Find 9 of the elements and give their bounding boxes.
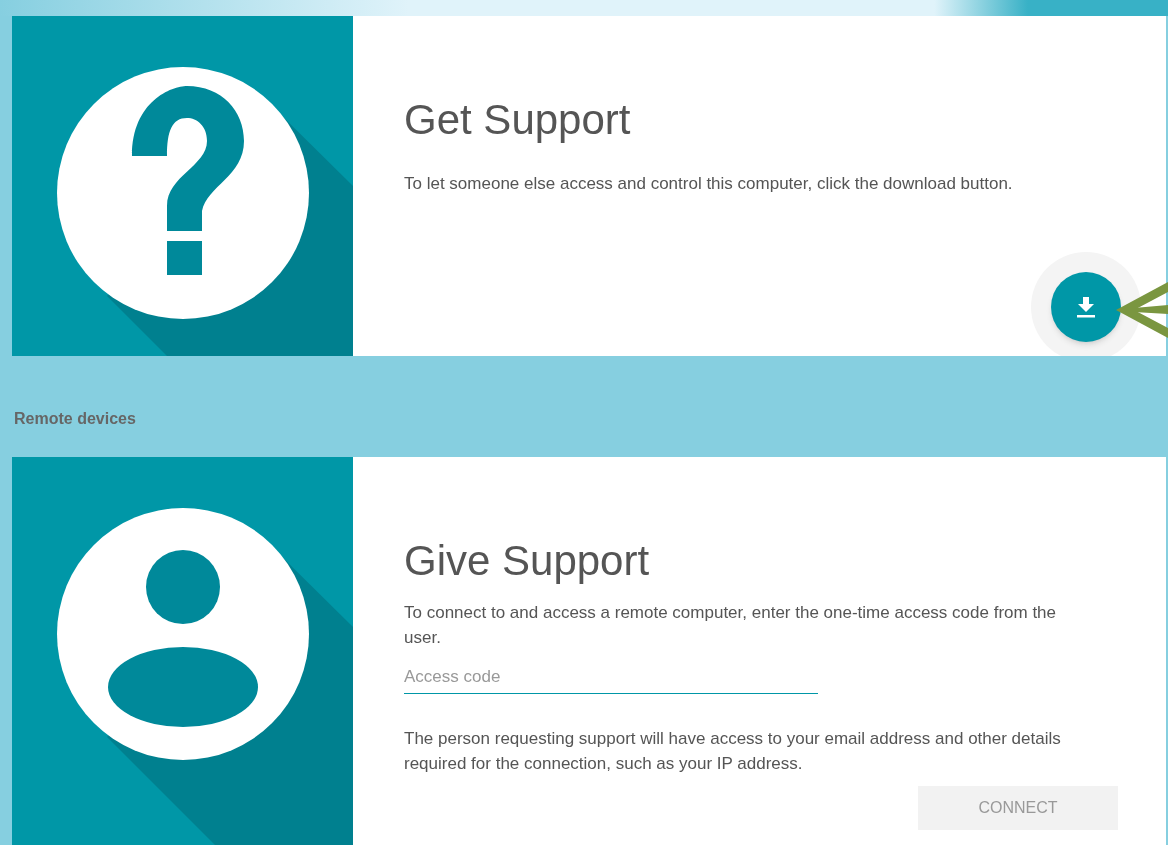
card-title: Get Support xyxy=(404,95,632,145)
card-title: Give Support xyxy=(404,536,651,586)
section-label: Remote devices xyxy=(14,409,136,429)
access-code-field[interactable]: Access code xyxy=(404,661,818,694)
card-description: To let someone else access and control this computer, click the download button. xyxy=(404,172,1014,195)
download-icon xyxy=(1076,296,1096,318)
download-button[interactable] xyxy=(1051,272,1121,342)
privacy-note: The person requesting support will have access to your email address and other details required for the connection, such as your IP address. xyxy=(404,727,1062,775)
card-description: To connect to and access a remote computer, enter the one-time access code from the user. xyxy=(404,601,1057,649)
